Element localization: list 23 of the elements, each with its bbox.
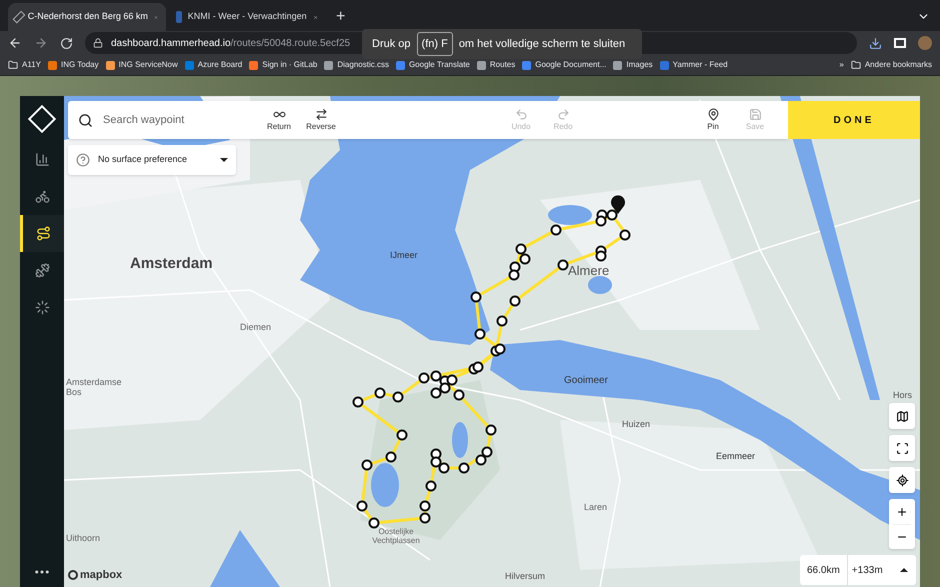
place-label: Eemmeer (716, 450, 756, 463)
place-label: Amsterdamse Bos (66, 377, 123, 399)
place-label: Oostelijke Vechtplassen (371, 527, 421, 547)
toast-text: Druk op (372, 36, 411, 52)
url-text: dashboard.hammerhead.io/routes/50048.route.5ecf25 (111, 36, 350, 50)
place-label: Hors (893, 389, 912, 402)
dropdown-value: No surface preference (98, 153, 188, 166)
tab-title: KNMI - Weer - Verwachtingen (188, 10, 307, 24)
place-label: Almere (568, 262, 610, 280)
place-label: Hilversum (505, 570, 546, 583)
distance-value: 66.0km (800, 555, 848, 585)
attribution-text: mapbox (80, 568, 122, 582)
elevation-value: +133m (850, 564, 884, 578)
place-label: Gooimeer (564, 374, 608, 388)
place-label: Diemen (240, 321, 272, 334)
place-label: Huizen (622, 418, 650, 431)
place-label: Amsterdam (130, 254, 213, 274)
place-label: Uithoorn (66, 532, 100, 545)
tab-title: C-Nederhorst den Berg 66 km (28, 10, 148, 24)
place-label: IJmeer (390, 249, 418, 262)
place-label: Laren (584, 501, 608, 514)
key-hint: (fn) F (416, 32, 453, 56)
toast-text: om het volledige scherm te sluiten (458, 36, 626, 52)
